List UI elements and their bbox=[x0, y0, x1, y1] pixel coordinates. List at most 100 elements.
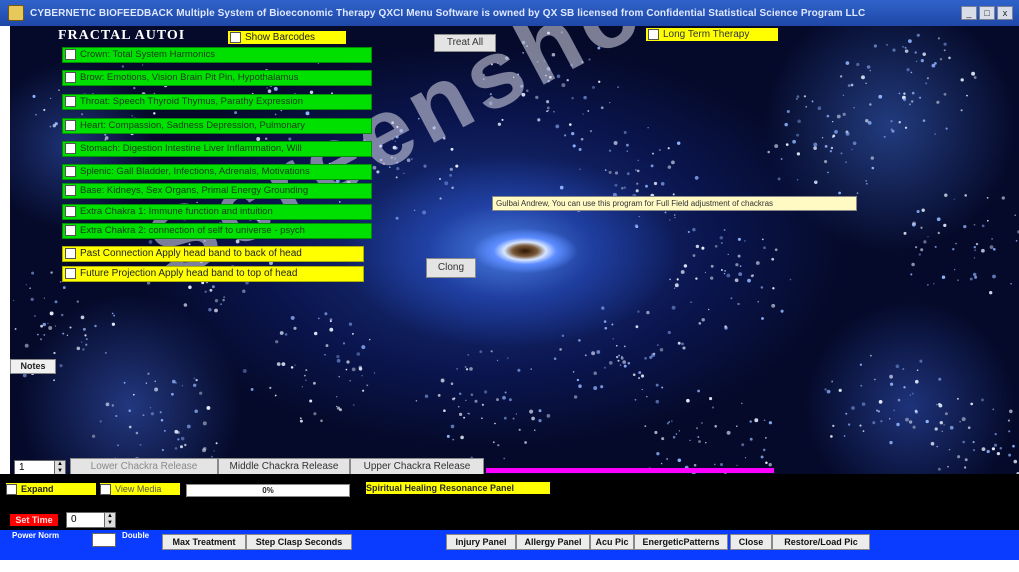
checkbox-icon[interactable] bbox=[65, 224, 76, 236]
chakra-button-brow[interactable]: Brow: Emotions, Vision Brain Pit Pin, Hy… bbox=[62, 70, 372, 86]
fractal-sparkle bbox=[635, 189, 639, 193]
fractal-sparkle bbox=[961, 417, 966, 422]
chakra-button-base[interactable]: Base: Kidneys, Sex Organs, Primal Energy… bbox=[62, 183, 372, 199]
minimize-button[interactable]: _ bbox=[961, 6, 977, 20]
acu-pic-button[interactable]: Acu Pic bbox=[590, 534, 634, 550]
fractal-sparkle bbox=[318, 317, 320, 320]
time-spinner[interactable]: 0 ▲ ▼ bbox=[66, 512, 116, 528]
fractal-sparkle bbox=[208, 308, 212, 312]
fractal-sparkle bbox=[502, 395, 506, 400]
fractal-sparkle bbox=[105, 402, 110, 407]
fractal-sparkle bbox=[49, 97, 52, 100]
checkbox-icon[interactable] bbox=[65, 165, 76, 177]
chakra-button-splenic[interactable]: Splenic: Gall Bladder, Infections, Adren… bbox=[62, 164, 372, 180]
chakra-button-extra-1[interactable]: Extra Chakra 1: Immune function and intu… bbox=[62, 204, 372, 220]
close-window-button[interactable]: x bbox=[997, 6, 1013, 20]
future-projection-button[interactable]: Future Projection Apply head band to top… bbox=[62, 266, 364, 282]
fractal-sparkle bbox=[583, 95, 587, 100]
show-barcodes-checkbox[interactable]: Show Barcodes bbox=[228, 31, 346, 44]
fractal-sparkle bbox=[660, 462, 663, 465]
chakra-button-extra-2[interactable]: Extra Chakra 2: connection of self to un… bbox=[62, 223, 372, 239]
expand-checkbox[interactable]: Expand bbox=[6, 483, 96, 496]
fractal-sparkle bbox=[903, 386, 906, 389]
power-input[interactable] bbox=[92, 533, 116, 547]
fractal-sparkle bbox=[967, 426, 971, 430]
treat-all-button[interactable]: Treat All bbox=[434, 34, 496, 52]
fractal-sparkle bbox=[460, 435, 464, 440]
fractal-sparkle bbox=[48, 326, 53, 330]
fractal-sparkle bbox=[771, 257, 775, 261]
checkbox-icon[interactable] bbox=[65, 267, 76, 279]
future-projection-label: Future Projection Apply head band to top… bbox=[80, 268, 298, 279]
checkbox-icon[interactable] bbox=[65, 205, 76, 217]
progress-label: 0% bbox=[262, 486, 274, 495]
fractal-sparkle bbox=[52, 124, 56, 128]
fractal-sparkle bbox=[880, 420, 883, 423]
set-time-button[interactable]: Set Time bbox=[10, 514, 58, 526]
step-clasp-seconds-button[interactable]: Step Clasp Seconds bbox=[246, 534, 352, 550]
restore-load-pic-button[interactable]: Restore/Load Pic bbox=[772, 534, 870, 550]
checkbox-icon[interactable] bbox=[65, 48, 76, 60]
fractal-sparkle bbox=[25, 283, 27, 286]
max-treatment-button[interactable]: Max Treatment bbox=[162, 534, 246, 550]
notes-button[interactable]: Notes bbox=[10, 359, 56, 374]
chakra-button-throat[interactable]: Throat: Speech Thyroid Thymus, Parathy E… bbox=[62, 94, 372, 110]
checkbox-icon[interactable] bbox=[65, 119, 76, 131]
checkbox-icon[interactable] bbox=[6, 484, 17, 496]
past-connection-button[interactable]: Past Connection Apply head band to back … bbox=[62, 246, 364, 262]
checkbox-icon[interactable] bbox=[65, 247, 76, 259]
fractal-sparkle bbox=[40, 324, 43, 328]
long-term-therapy-label: Long Term Therapy bbox=[663, 29, 750, 40]
spiritual-healing-panel-button[interactable]: Spiritual Healing Resonance Panel bbox=[366, 482, 550, 494]
fractal-sparkle bbox=[953, 198, 955, 200]
spinner-arrows-icon[interactable]: ▲ ▼ bbox=[104, 513, 115, 527]
checkbox-icon[interactable] bbox=[65, 142, 76, 154]
allergy-panel-button[interactable]: Allergy Panel bbox=[516, 534, 590, 550]
fractal-sparkle bbox=[937, 231, 940, 235]
fractal-sparkle bbox=[54, 325, 57, 327]
checkbox-icon[interactable] bbox=[65, 95, 76, 107]
checkbox-icon[interactable] bbox=[100, 484, 111, 496]
upper-chakra-release-button[interactable]: Upper Chackra Release bbox=[350, 458, 484, 474]
fractal-sparkle bbox=[994, 432, 997, 436]
window-controls: _ □ x bbox=[961, 6, 1013, 20]
chakra-button-crown[interactable]: Crown: Total System Harmonics bbox=[62, 47, 372, 63]
fractal-sparkle bbox=[457, 405, 460, 408]
checkbox-icon[interactable] bbox=[230, 31, 241, 43]
view-media-checkbox[interactable]: View Media bbox=[100, 483, 180, 496]
chakra-button-heart[interactable]: Heart: Compassion, Sadness Depression, P… bbox=[62, 118, 372, 134]
energetic-patterns-button[interactable]: EnergeticPatterns bbox=[634, 534, 728, 550]
fractal-sparkle bbox=[584, 354, 587, 357]
fractal-sparkle bbox=[636, 182, 639, 185]
spinner-arrows-icon[interactable]: ▲ ▼ bbox=[54, 461, 65, 475]
app-icon[interactable] bbox=[8, 5, 24, 21]
fractal-sparkle bbox=[614, 171, 619, 175]
treatment-progress-bar: 0% bbox=[186, 484, 350, 497]
injury-panel-button[interactable]: Injury Panel bbox=[446, 534, 516, 550]
fractal-sparkle bbox=[538, 409, 542, 413]
fractal-sparkle bbox=[905, 417, 909, 422]
middle-chakra-release-button[interactable]: Middle Chackra Release bbox=[218, 458, 350, 474]
lower-chakra-release-button[interactable]: Lower Chackra Release bbox=[70, 458, 218, 474]
fractal-sparkle bbox=[774, 248, 778, 252]
fractal-sparkle bbox=[918, 253, 921, 256]
fractal-display[interactable]: Screenshot FRACTAL AUTOI Show Barcodes T… bbox=[10, 26, 1019, 474]
checkbox-icon[interactable] bbox=[65, 71, 76, 83]
chakra-label: Splenic: Gall Bladder, Infections, Adren… bbox=[80, 166, 310, 177]
close-button[interactable]: Close bbox=[730, 534, 772, 550]
fractal-sparkle bbox=[529, 409, 534, 414]
fractal-sparkle bbox=[830, 146, 834, 150]
long-term-therapy-checkbox[interactable]: Long Term Therapy bbox=[646, 28, 778, 41]
chakra-button-stomach[interactable]: Stomach: Digestion Intestine Liver Infla… bbox=[62, 141, 372, 157]
fractal-sparkle bbox=[22, 373, 27, 378]
checkbox-icon[interactable] bbox=[65, 184, 76, 196]
maximize-button[interactable]: □ bbox=[979, 6, 995, 20]
fractal-sparkle bbox=[964, 194, 967, 197]
fractal-sparkle bbox=[512, 417, 515, 420]
checkbox-icon[interactable] bbox=[648, 28, 659, 40]
clong-button[interactable]: Clong bbox=[426, 258, 476, 278]
fractal-sparkle bbox=[443, 409, 446, 413]
fractal-sparkle bbox=[865, 118, 869, 123]
fractal-sparkle bbox=[617, 86, 620, 89]
fractal-sparkle bbox=[469, 367, 473, 371]
